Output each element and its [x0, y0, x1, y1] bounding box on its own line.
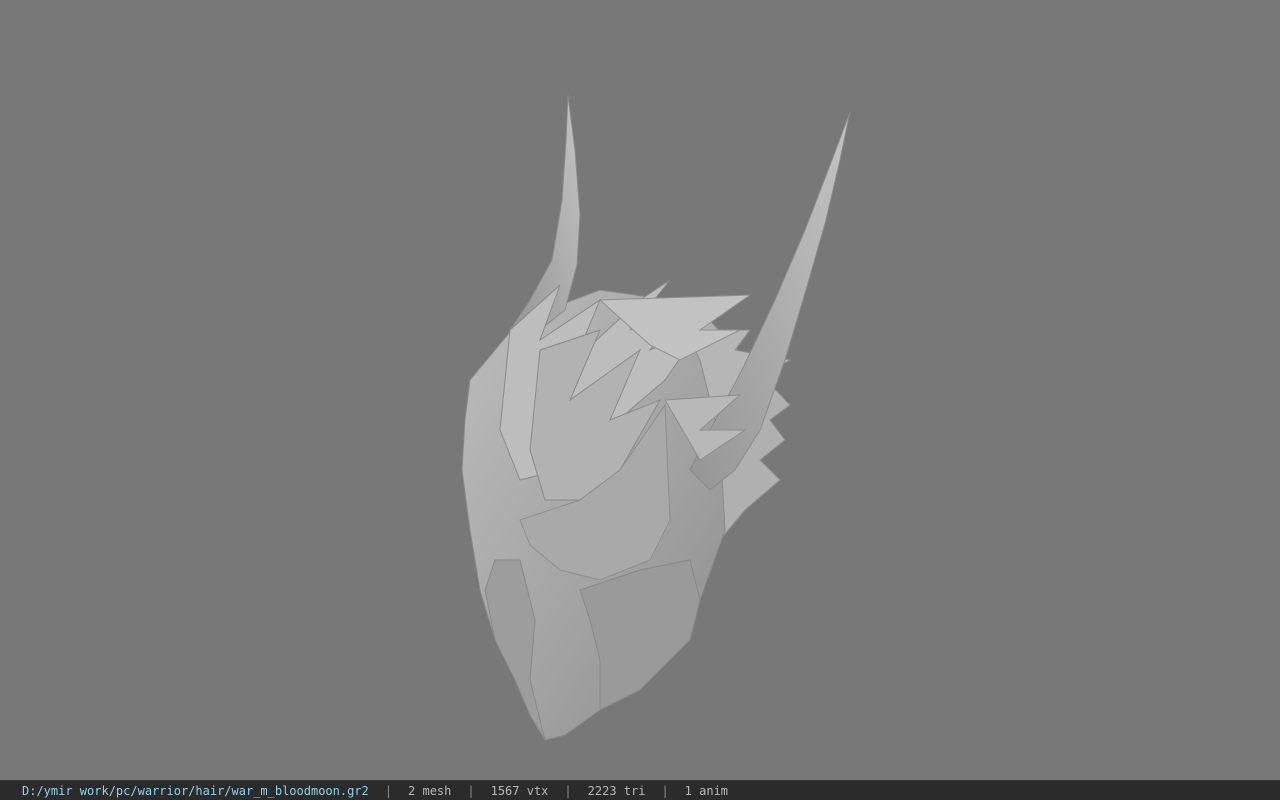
separator: |: [467, 783, 475, 798]
triangle-count: 2223 tri: [587, 783, 646, 798]
hair-model-icon: [461, 94, 851, 741]
vertex-count: 1567 vtx: [490, 783, 549, 798]
separator: |: [564, 783, 572, 798]
status-bar: D:/ymir work/pc/warrior/hair/war_m_blood…: [0, 780, 1280, 800]
animation-count: 1 anim: [684, 783, 729, 798]
file-path: D:/ymir work/pc/warrior/hair/war_m_blood…: [22, 783, 369, 798]
mesh-count: 2 mesh: [408, 783, 452, 798]
separator: |: [661, 783, 669, 798]
separator: |: [384, 783, 393, 798]
3d-viewport[interactable]: [0, 0, 1280, 780]
